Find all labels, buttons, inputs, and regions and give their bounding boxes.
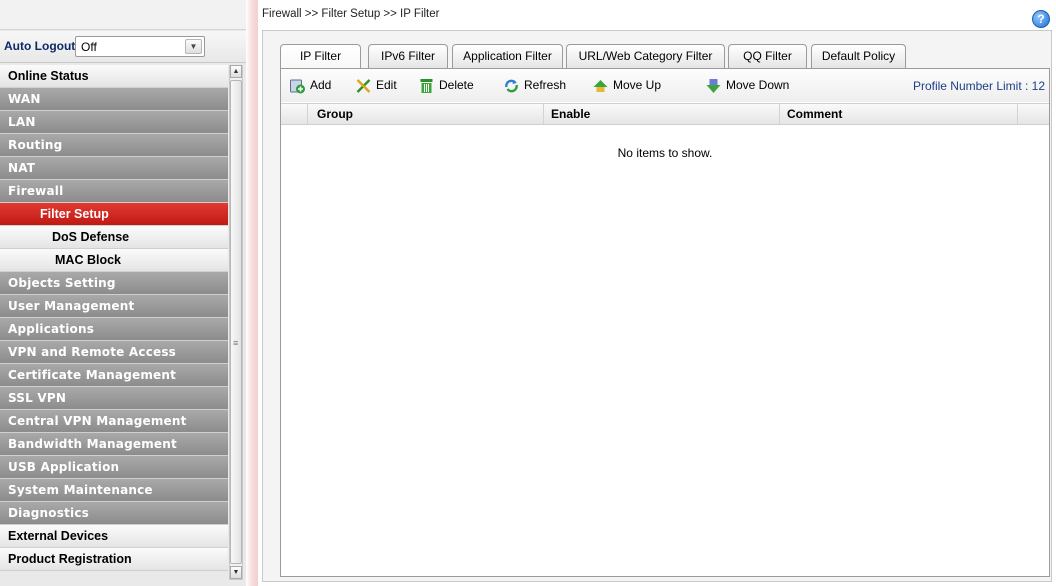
sidebar-item-online-status[interactable]: Online Status: [0, 65, 228, 88]
edit-label: Edit: [376, 78, 397, 93]
trash-icon: [420, 79, 433, 93]
scroll-down-icon[interactable]: ▼: [230, 566, 242, 579]
scrollbar-thumb[interactable]: ≡: [230, 80, 242, 564]
auto-logout-select[interactable]: Off ▼: [75, 36, 205, 57]
sidebar-item-routing[interactable]: Routing: [0, 134, 228, 157]
sidebar-item-wan[interactable]: WAN: [0, 88, 228, 111]
move-down-button[interactable]: Move Down: [705, 78, 789, 96]
sidebar-item-vpn-remote-access[interactable]: VPN and Remote Access: [0, 341, 228, 364]
column-separator: [543, 104, 544, 125]
move-up-button[interactable]: Move Up: [592, 78, 661, 96]
sidebar-item-filter-setup[interactable]: Filter Setup: [0, 203, 228, 226]
empty-table-message: No items to show.: [617, 146, 713, 160]
profile-limit-text: Profile Number Limit : 12: [912, 79, 1045, 93]
sidebar-item-certificate-management[interactable]: Certificate Management: [0, 364, 228, 387]
sidebar-item-applications[interactable]: Applications: [0, 318, 228, 341]
edit-button[interactable]: Edit: [355, 78, 397, 96]
refresh-icon: [505, 79, 518, 93]
column-separator: [1017, 104, 1018, 125]
ip-filter-grid: Add Edit Delete Refresh Move Up Move Dow…: [280, 68, 1050, 577]
move-down-label: Move Down: [726, 78, 790, 93]
column-header-comment[interactable]: Comment: [787, 104, 842, 125]
arrow-down-icon: [706, 79, 721, 93]
sidebar-item-lan[interactable]: LAN: [0, 111, 228, 134]
breadcrumb: Firewall >> Filter Setup >> IP Filter: [262, 8, 440, 20]
auto-logout-value: Off: [81, 40, 97, 54]
column-separator: [779, 104, 780, 125]
sidebar-item-nat[interactable]: NAT: [0, 157, 228, 180]
sidebar-item-dos-defense[interactable]: DoS Defense: [0, 226, 228, 249]
column-header-group[interactable]: Group: [317, 104, 353, 125]
tab-qq-filter[interactable]: QQ Filter: [728, 44, 807, 68]
sidebar-scrollbar[interactable]: ▲ ≡ ▼: [229, 65, 243, 580]
frame-divider: [246, 0, 258, 586]
edit-icon: [356, 79, 371, 93]
table-header: Group Enable Comment: [281, 103, 1049, 125]
sidebar-item-central-vpn-management[interactable]: Central VPN Management: [0, 410, 228, 433]
tab-ip-filter[interactable]: IP Filter: [280, 44, 361, 70]
sidebar-item-product-registration[interactable]: Product Registration: [0, 548, 228, 571]
tab-ipv6-filter[interactable]: IPv6 Filter: [368, 44, 448, 68]
help-icon[interactable]: ?: [1032, 10, 1050, 28]
sidebar-item-bandwidth-management[interactable]: Bandwidth Management: [0, 433, 228, 456]
add-button[interactable]: Add: [289, 78, 331, 96]
column-header-enable[interactable]: Enable: [551, 104, 590, 125]
refresh-button[interactable]: Refresh: [503, 78, 566, 96]
refresh-label: Refresh: [524, 78, 567, 93]
sidebar-item-firewall[interactable]: Firewall: [0, 180, 228, 203]
tab-url-web-category-filter[interactable]: URL/Web Category Filter: [566, 44, 725, 68]
sidebar-item-mac-block[interactable]: MAC Block: [0, 249, 228, 272]
auto-logout-row: Auto Logout : Off ▼: [0, 31, 246, 63]
sidebar-item-ssl-vpn[interactable]: SSL VPN: [0, 387, 228, 410]
add-icon: [290, 79, 305, 94]
delete-button[interactable]: Delete: [418, 78, 474, 96]
sidebar-item-usb-application[interactable]: USB Application: [0, 456, 228, 479]
sidebar: Auto Logout : Off ▼ Online Status WAN LA…: [0, 0, 246, 586]
main-panel: IP Filter IPv6 Filter Application Filter…: [262, 30, 1052, 582]
auto-logout-label: Auto Logout :: [4, 39, 83, 53]
sidebar-menu: Online Status WAN LAN Routing NAT Firewa…: [0, 65, 228, 571]
sidebar-item-system-maintenance[interactable]: System Maintenance: [0, 479, 228, 502]
scrollbar-grip-icon: ≡: [233, 338, 239, 348]
tab-default-policy[interactable]: Default Policy: [811, 44, 906, 68]
add-label: Add: [310, 78, 332, 93]
sidebar-item-diagnostics[interactable]: Diagnostics: [0, 502, 228, 525]
delete-label: Delete: [439, 78, 474, 93]
sidebar-item-user-management[interactable]: User Management: [0, 295, 228, 318]
move-up-label: Move Up: [613, 78, 662, 93]
toolbar: Add Edit Delete Refresh Move Up Move Dow…: [281, 69, 1049, 102]
column-separator: [307, 104, 308, 125]
sidebar-item-objects-setting[interactable]: Objects Setting: [0, 272, 228, 295]
scroll-up-icon[interactable]: ▲: [230, 65, 242, 78]
chevron-down-icon[interactable]: ▼: [185, 39, 202, 54]
sidebar-header: [0, 0, 246, 30]
arrow-up-icon: [593, 80, 608, 92]
sidebar-item-external-devices[interactable]: External Devices: [0, 525, 228, 548]
tab-application-filter[interactable]: Application Filter: [452, 44, 563, 68]
